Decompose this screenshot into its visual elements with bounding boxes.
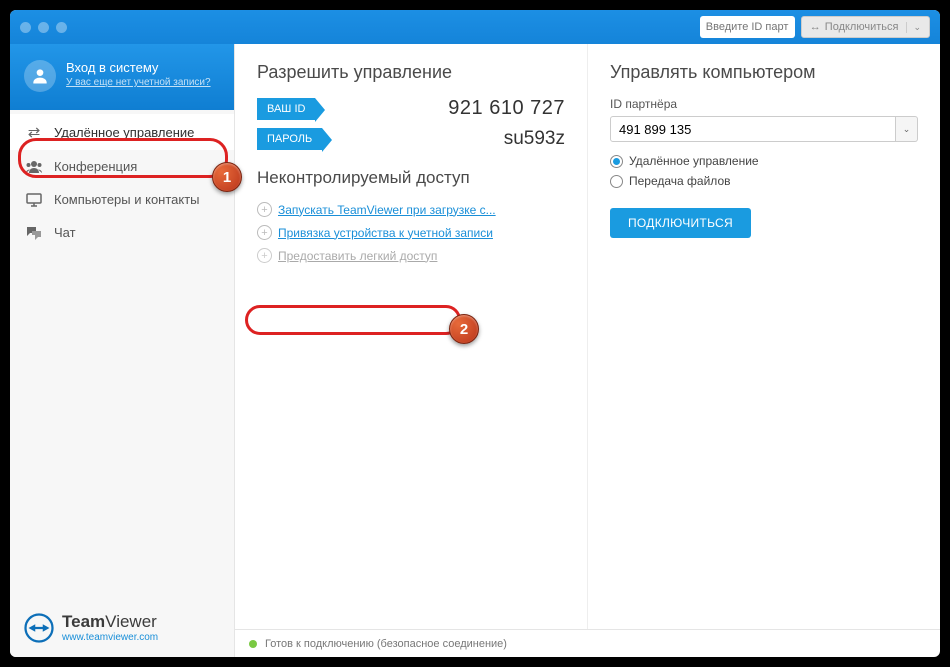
person-icon [30,66,50,86]
password-row: ПАРОЛЬ su593z [257,128,565,150]
main-area: Разрешить управление ВАШ ID 921 610 727 … [235,44,940,657]
plus-circle-icon: + [257,248,272,263]
login-text-block: Вход в систему У вас еще нет учетной зап… [66,60,211,88]
radio-label: Удалённое управление [629,154,759,168]
status-text: Готов к подключению (безопасное соединен… [265,638,507,650]
titlebar-connect-label: Подключиться [825,21,899,33]
unattended-heading: Неконтролируемый доступ [257,168,565,188]
plus-circle-icon: + [257,225,272,240]
titlebar-partner-id-input[interactable] [700,16,795,38]
sidebar-nav: ⇄ Удалённое управление Конференция Компь… [10,110,234,249]
avatar [24,60,56,92]
unattended-link-easy-access[interactable]: + Предоставить легкий доступ [257,244,565,267]
unattended-link-start-with-system[interactable]: + Запускать TeamViewer при загрузке с... [257,198,565,221]
radio-label: Передача файлов [629,174,731,188]
allow-control-panel: Разрешить управление ВАШ ID 921 610 727 … [235,44,588,629]
login-subtitle-link[interactable]: У вас еще нет учетной записи? [66,77,211,88]
main-body: Вход в систему У вас еще нет учетной зап… [10,44,940,657]
status-bar: Готов к подключению (безопасное соединен… [235,629,940,657]
app-window: ↔ Подключиться ⌄ Вход в систему У вас ещ… [10,10,940,657]
partner-id-input[interactable] [610,116,896,142]
sidebar-item-computers-contacts[interactable]: Компьютеры и контакты [10,183,234,216]
control-heading: Управлять компьютером [610,62,918,83]
sidebar: Вход в систему У вас еще нет учетной зап… [10,44,235,657]
connect-button[interactable]: ПОДКЛЮЧИТЬСЯ [610,208,751,238]
unattended-link-label[interactable]: Запускать TeamViewer при загрузке с... [278,203,496,217]
minimize-icon[interactable] [38,22,49,33]
radio-file-transfer[interactable]: Передача файлов [610,174,918,188]
titlebar: ↔ Подключиться ⌄ [10,10,940,44]
teamviewer-logo-icon [24,613,54,643]
radio-icon [610,155,623,168]
annotation-highlight-2 [245,305,461,335]
sidebar-item-remote-control[interactable]: ⇄ Удалённое управление [10,114,234,150]
maximize-icon[interactable] [56,22,67,33]
your-id-row: ВАШ ID 921 610 727 [257,97,565,120]
close-icon[interactable] [20,22,31,33]
unattended-link-label[interactable]: Предоставить легкий доступ [278,249,437,263]
password-tag: ПАРОЛЬ [257,128,322,150]
sidebar-item-meeting[interactable]: Конференция [10,150,234,183]
brand-name: TeamViewer [62,612,158,632]
your-id-value: 921 610 727 [448,97,565,120]
partner-id-input-wrap: ⌄ [610,116,918,142]
partner-id-label: ID партнёра [610,97,918,111]
sidebar-item-label: Компьютеры и контакты [54,192,200,207]
sidebar-login-header[interactable]: Вход в систему У вас еще нет учетной зап… [10,44,234,110]
monitor-icon [24,193,44,207]
swap-icon: ↔ [810,21,821,33]
radio-remote-control[interactable]: Удалённое управление [610,154,918,168]
main-columns: Разрешить управление ВАШ ID 921 610 727 … [235,44,940,629]
brand-url-link[interactable]: www.teamviewer.com [62,632,158,643]
sidebar-item-label: Удалённое управление [54,125,194,140]
brand-block: TeamViewer www.teamviewer.com [62,612,158,643]
partner-id-dropdown[interactable]: ⌄ [896,116,918,142]
titlebar-connect-button[interactable]: ↔ Подключиться ⌄ [801,16,930,38]
sidebar-item-label: Чат [54,225,76,240]
password-value: su593z [504,128,565,150]
annotation-badge-2: 2 [449,314,479,344]
your-id-tag: ВАШ ID [257,98,315,120]
status-indicator-icon [249,640,257,648]
login-title: Вход в систему [66,60,211,75]
plus-circle-icon: + [257,202,272,217]
chat-icon [24,226,44,240]
people-icon [24,160,44,174]
control-computer-panel: Управлять компьютером ID партнёра ⌄ Удал… [588,44,940,629]
allow-heading: Разрешить управление [257,62,565,83]
sidebar-footer: TeamViewer www.teamviewer.com [10,598,234,657]
annotation-badge-1: 1 [212,162,242,192]
sidebar-item-chat[interactable]: Чат [10,216,234,249]
swap-arrows-icon: ⇄ [24,123,44,141]
chevron-down-icon: ⌄ [903,124,911,135]
unattended-link-label[interactable]: Привязка устройства к учетной записи [278,226,493,240]
unattended-link-assign-account[interactable]: + Привязка устройства к учетной записи [257,221,565,244]
sidebar-item-label: Конференция [54,159,137,174]
chevron-down-icon[interactable]: ⌄ [906,22,921,33]
radio-icon [610,175,623,188]
